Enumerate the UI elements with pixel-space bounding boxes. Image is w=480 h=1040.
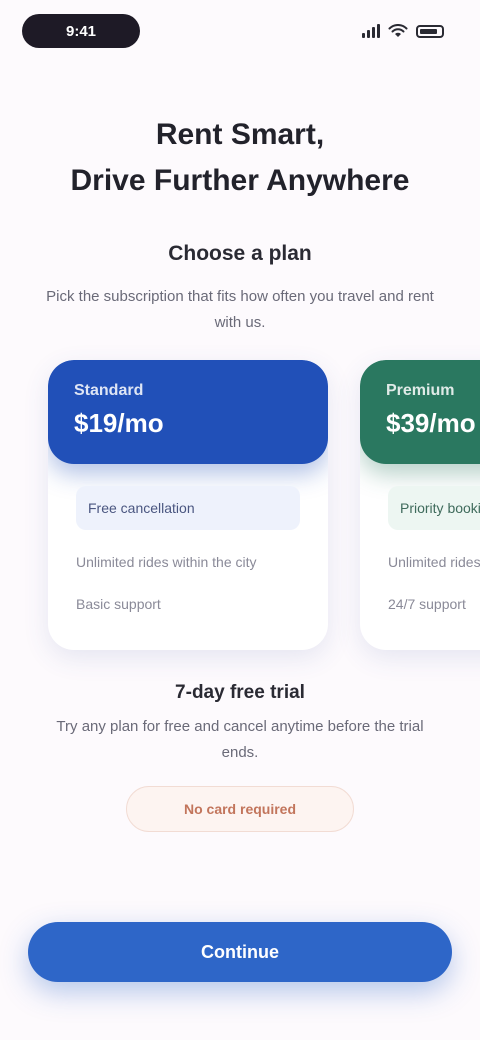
hero-title-line-2: Drive Further Anywhere — [70, 164, 410, 197]
cellular-signal-icon — [362, 24, 380, 38]
plan-feature: Unlimited rides nationwide — [388, 554, 480, 570]
plan-highlight: Priority booking — [388, 486, 480, 530]
status-icons — [362, 22, 444, 40]
plan-name: Premium — [386, 382, 455, 399]
plan-card-body: Free cancellation Unlimited rides within… — [48, 464, 328, 636]
plan-card-body: Priority booking Unlimited rides nationw… — [360, 464, 480, 636]
plan-feature: 24/7 support — [388, 596, 466, 612]
plan-feature: Unlimited rides within the city — [76, 554, 257, 570]
plan-price: $39/mo — [386, 408, 476, 438]
plan-name: Standard — [74, 382, 144, 399]
plan-card-header: Premium $39/mo — [360, 360, 480, 464]
plan-price: $19/mo — [74, 408, 164, 438]
hero-title: Rent Smart, Drive Further Anywhere — [40, 112, 440, 204]
plans-section-description: Pick the subscription that fits how ofte… — [46, 288, 434, 331]
status-time: 9:41 — [22, 14, 140, 48]
plans-carousel[interactable]: Standard $19/mo Free cancellation Unlimi… — [48, 360, 480, 660]
plan-card-header: Standard $19/mo — [48, 360, 328, 464]
trial-description: Try any plan for free and cancel anytime… — [56, 718, 424, 761]
hero-title-line-1: Rent Smart, — [155, 118, 325, 151]
status-bar: 9:41 — [0, 0, 480, 64]
wifi-icon — [388, 24, 408, 37]
plan-highlight: Free cancellation — [76, 486, 300, 530]
trial-chip[interactable]: No card required — [126, 786, 354, 832]
plan-card-standard[interactable]: Standard $19/mo Free cancellation Unlimi… — [48, 360, 328, 650]
subscription-screen: 9:41 Rent Smart, Drive Further Anywhere … — [0, 0, 480, 1040]
trial-title: 7-day free trial — [175, 682, 305, 703]
continue-button[interactable]: Continue — [28, 922, 452, 982]
plan-card-premium[interactable]: Premium $39/mo Priority booking Unlimite… — [360, 360, 480, 650]
battery-icon — [416, 24, 444, 38]
plan-feature: Basic support — [76, 596, 161, 612]
plans-section-title: Choose a plan — [168, 242, 312, 265]
